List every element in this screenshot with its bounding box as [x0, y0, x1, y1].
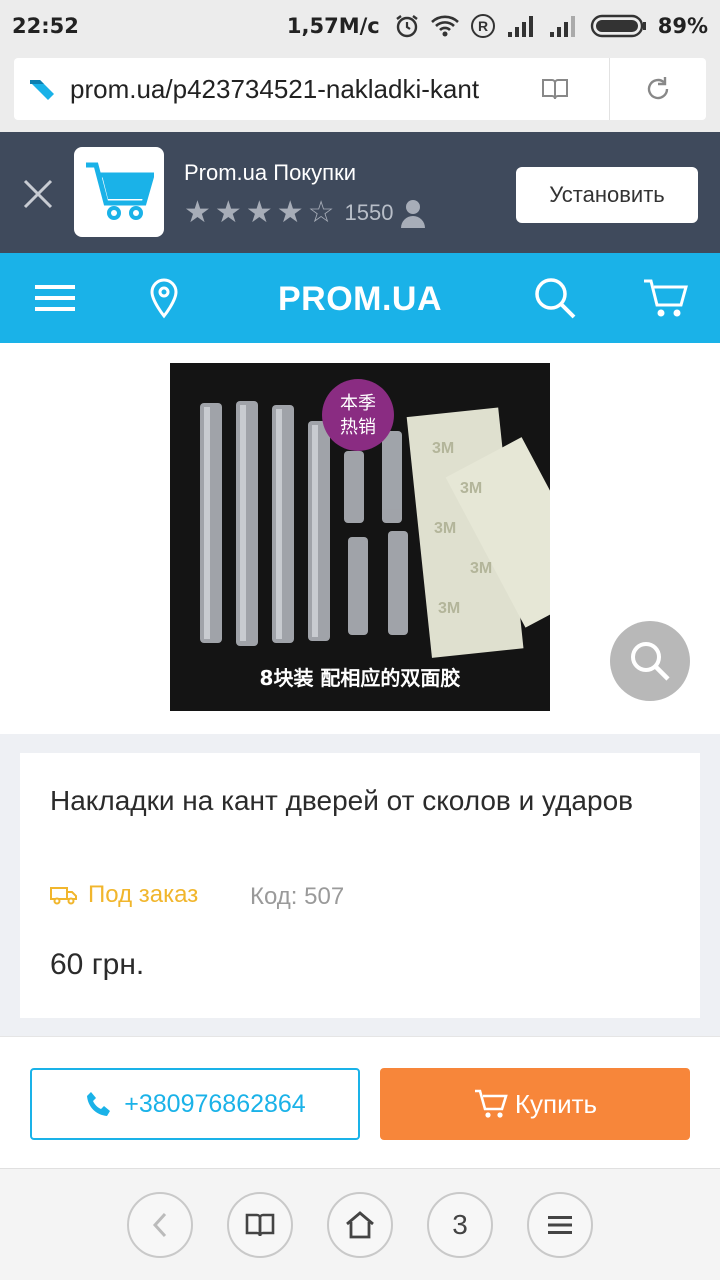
- status-icons: 1,57M/c R 89%: [287, 13, 708, 39]
- buy-button[interactable]: Купить: [380, 1068, 690, 1140]
- svg-text:R: R: [478, 18, 488, 34]
- chevron-left-icon: [152, 1212, 167, 1238]
- phone-icon: [87, 1092, 111, 1116]
- phone-number: +380976862864: [124, 1089, 306, 1118]
- book-icon: [245, 1213, 275, 1237]
- product-gallery: 3M 3M 3M 3M 3M 本季 热销 8块装 配相应的双面胶: [0, 343, 720, 734]
- home-icon: [346, 1211, 374, 1239]
- star-icon: ★: [214, 196, 242, 229]
- tape-label: 3M: [434, 520, 456, 537]
- browser-menu-button[interactable]: [527, 1192, 593, 1258]
- browser-url-bar: prom.ua/p423734521-nakladki-kant: [0, 52, 720, 132]
- search-icon[interactable]: [530, 273, 580, 323]
- tape-label: 3M: [438, 600, 460, 617]
- hamburger-icon: [548, 1216, 572, 1234]
- call-button[interactable]: +380976862864: [30, 1068, 360, 1140]
- bookmarks-button[interactable]: [227, 1192, 293, 1258]
- badge-text-2: 热销: [340, 417, 376, 438]
- back-button[interactable]: [127, 1192, 193, 1258]
- cart-icon: [474, 1089, 508, 1118]
- wifi-icon: [430, 14, 460, 38]
- availability-label: Под заказ: [88, 881, 199, 908]
- user-icon: [401, 198, 426, 228]
- zoom-button[interactable]: [610, 621, 690, 701]
- rating-count: 1550: [344, 200, 394, 225]
- purchase-action-bar: +380976862864 Купить: [0, 1036, 720, 1168]
- product-code: Код: 507: [250, 883, 345, 910]
- search-icon: [631, 642, 670, 681]
- app-install-banner: Prom.ua Покупки ★ ★ ★ ★ ☆ 1550 Установит…: [0, 132, 720, 253]
- url-text[interactable]: prom.ua/p423734521-nakladki-kant: [70, 74, 500, 105]
- product-price: 60 грн.: [50, 948, 145, 981]
- cart-icon[interactable]: [640, 273, 690, 323]
- reload-icon[interactable]: [610, 74, 706, 104]
- app-rating: ★ ★ ★ ★ ☆ 1550: [184, 196, 426, 229]
- product-title: Накладки на кант дверей от сколов и удар…: [50, 785, 634, 816]
- battery-level: 89%: [657, 14, 708, 38]
- product-info-card: Накладки на кант дверей от сколов и удар…: [20, 753, 700, 1018]
- network-speed: 1,57M/c: [286, 14, 380, 38]
- battery-icon: [590, 13, 648, 39]
- badge-text-1: 本季: [340, 393, 376, 414]
- home-button[interactable]: [327, 1192, 393, 1258]
- close-icon[interactable]: [18, 174, 58, 214]
- tabs-button[interactable]: 3: [427, 1192, 493, 1258]
- address-box[interactable]: prom.ua/p423734521-nakladki-kant: [14, 58, 706, 120]
- reader-mode-icon[interactable]: [500, 58, 610, 120]
- availability-status: Под заказ: [50, 881, 198, 909]
- site-logo[interactable]: PROM.UA: [0, 280, 720, 319]
- browser-bottom-nav: 3: [0, 1168, 720, 1280]
- star-icon: ★: [276, 196, 304, 229]
- tape-label: 3M: [432, 440, 454, 457]
- r-icon: R: [470, 13, 496, 39]
- status-time: 22:52: [12, 14, 79, 38]
- delivery-truck-icon: [50, 885, 78, 905]
- signal-icon-2: [548, 14, 580, 38]
- product-image[interactable]: 3M 3M 3M 3M 3M 本季 热销 8块装 配相应的双面胶: [170, 363, 550, 711]
- signal-icon: [506, 14, 538, 38]
- image-caption: 8块装 配相应的双面胶: [260, 666, 461, 690]
- star-icon: ★: [245, 196, 273, 229]
- tape-label: 3M: [470, 560, 492, 577]
- app-title: Prom.ua Покупки: [184, 160, 357, 185]
- app-logo-icon: [74, 147, 164, 237]
- alarm-icon: [394, 13, 420, 39]
- buy-label: Купить: [514, 1088, 598, 1119]
- tape-label: 3M: [460, 480, 482, 497]
- status-bar: 22:52 1,57M/c R 89%: [0, 0, 720, 52]
- site-header: PROM.UA: [0, 253, 720, 343]
- site-favicon-icon: [14, 74, 70, 104]
- half-star-icon: ☆: [307, 196, 335, 229]
- star-icon: ★: [184, 196, 211, 229]
- install-button[interactable]: Установить: [516, 167, 698, 223]
